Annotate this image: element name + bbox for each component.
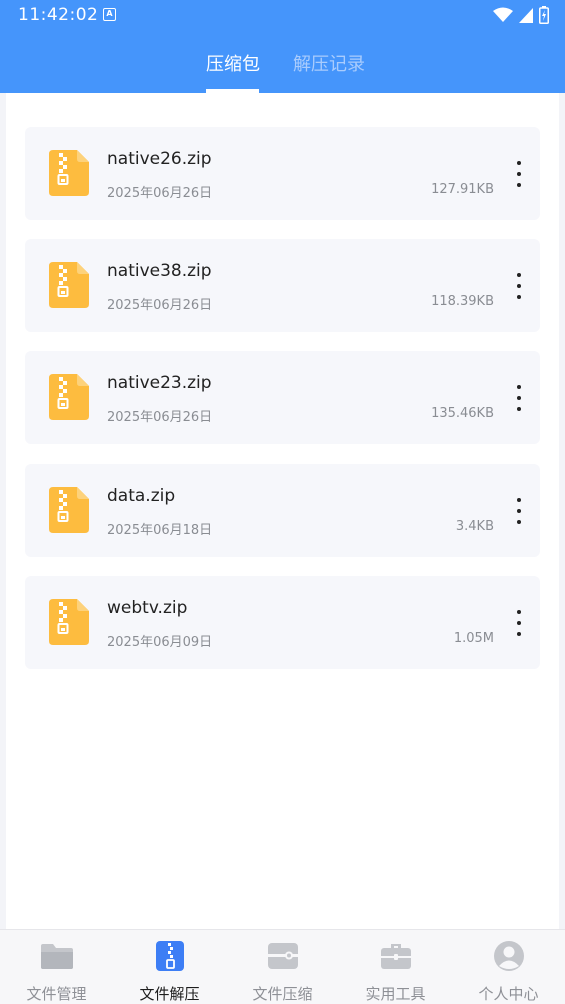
battery-icon <box>539 6 549 24</box>
file-card[interactable]: native38.zip 2025年06月26日 118.39KB <box>25 239 540 332</box>
file-size: 1.05M <box>453 631 494 646</box>
nav-label: 实用工具 <box>365 985 426 1003</box>
nav-tools[interactable]: 实用工具 <box>339 930 452 1004</box>
file-card[interactable]: native26.zip 2025年06月26日 127.91KB <box>25 127 540 220</box>
more-options-icon[interactable] <box>512 498 526 524</box>
file-card[interactable]: data.zip 2025年06月18日 3.4KB <box>25 464 540 557</box>
bottom-nav: 文件管理 文件解压 文件压缩 实用工具 个人中心 <box>0 929 565 1004</box>
nav-file-extract[interactable]: 文件解压 <box>113 930 226 1004</box>
status-bar: 11:42:02 A <box>0 0 565 32</box>
nav-file-compress[interactable]: 文件压缩 <box>226 930 339 1004</box>
wifi-icon <box>493 7 513 22</box>
zip-file-icon <box>49 262 89 308</box>
zip-file-icon <box>49 374 89 420</box>
file-size: 3.4KB <box>455 519 494 534</box>
file-date: 2025年06月18日 <box>107 523 213 538</box>
file-date: 2025年06月26日 <box>107 298 213 313</box>
zip-file-icon <box>49 599 89 645</box>
file-name: native26.zip <box>107 149 212 169</box>
file-date: 2025年06月09日 <box>107 635 213 650</box>
status-time: 11:42:02 <box>18 5 99 25</box>
more-options-icon[interactable] <box>512 385 526 411</box>
nav-label: 个人中心 <box>478 985 539 1003</box>
file-size: 127.91KB <box>431 182 494 197</box>
file-name: native23.zip <box>107 373 212 393</box>
file-name: data.zip <box>107 486 176 506</box>
more-options-icon[interactable] <box>512 273 526 299</box>
nav-file-manager[interactable]: 文件管理 <box>0 930 113 1004</box>
app-header: 11:42:02 A 压缩包 解压记录 <box>0 0 565 93</box>
file-card[interactable]: webtv.zip 2025年06月09日 1.05M <box>25 576 540 669</box>
folder-icon <box>41 944 73 969</box>
nav-label: 文件解压 <box>139 985 200 1003</box>
notification-icon: A <box>103 8 116 21</box>
tab-bar: 压缩包 解压记录 <box>0 46 565 93</box>
person-icon <box>494 941 524 971</box>
file-date: 2025年06月26日 <box>107 410 213 425</box>
tab-extract-history[interactable]: 解压记录 <box>293 50 365 76</box>
tab-archives[interactable]: 压缩包 <box>206 50 260 76</box>
zip-file-icon <box>49 150 89 196</box>
more-options-icon[interactable] <box>512 610 526 636</box>
file-size: 135.46KB <box>431 406 494 421</box>
nav-label: 文件管理 <box>26 985 87 1003</box>
file-date: 2025年06月26日 <box>107 186 213 201</box>
file-size: 118.39KB <box>431 294 494 309</box>
nav-label: 文件压缩 <box>252 985 313 1003</box>
status-icons <box>493 6 549 24</box>
more-options-icon[interactable] <box>512 161 526 187</box>
file-name: native38.zip <box>107 261 212 281</box>
zip-file-icon <box>49 487 89 533</box>
zip-file-icon <box>156 941 184 971</box>
file-name: webtv.zip <box>107 598 188 618</box>
compress-icon <box>268 943 298 969</box>
file-card[interactable]: native23.zip 2025年06月26日 135.46KB <box>25 351 540 444</box>
signal-icon <box>519 7 533 23</box>
toolbox-icon <box>381 944 411 969</box>
nav-profile[interactable]: 个人中心 <box>452 930 565 1004</box>
